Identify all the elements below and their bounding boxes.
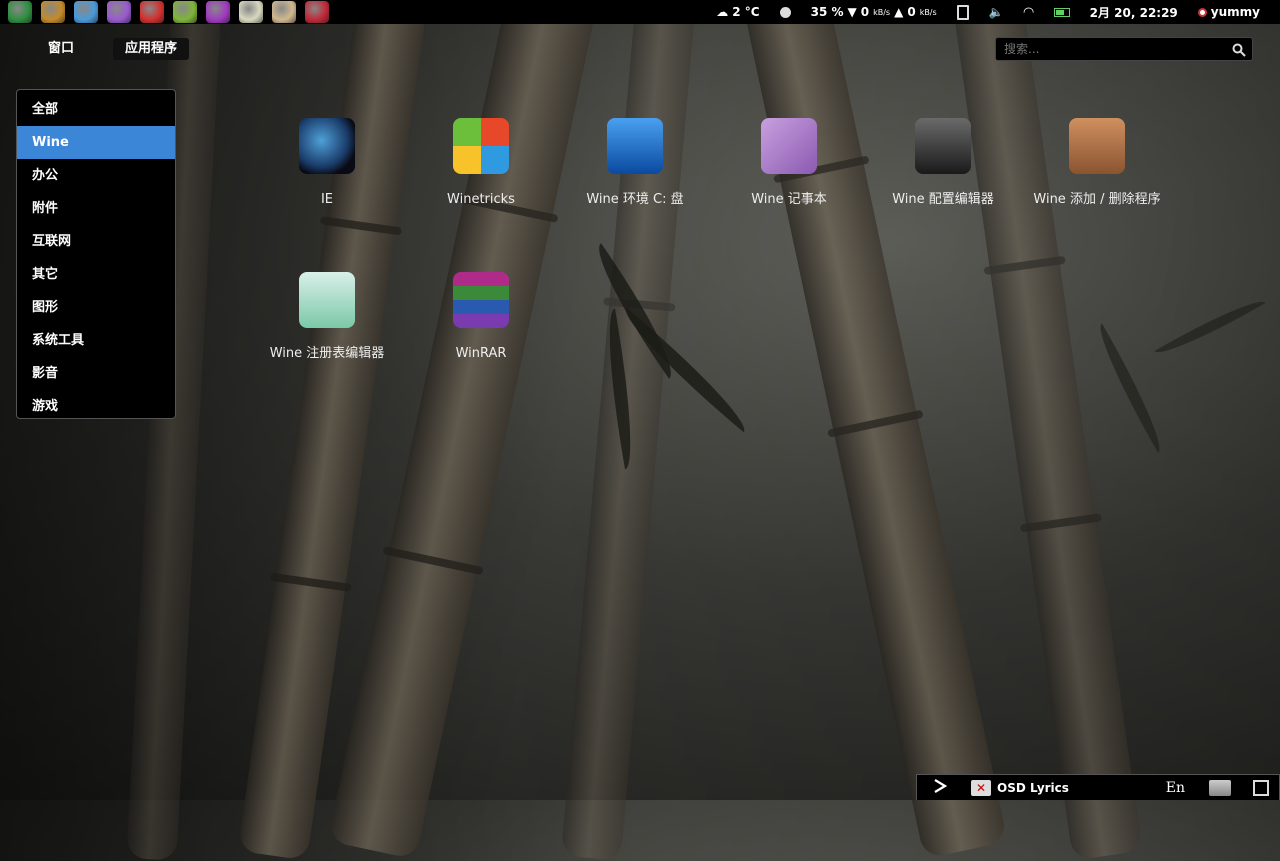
osd-lyrics-close-icon[interactable]: ✕ <box>971 779 991 796</box>
drive-icon[interactable] <box>1209 779 1231 796</box>
scanner-app-icon[interactable] <box>41 1 65 23</box>
swirl-app-icon[interactable] <box>8 1 32 23</box>
winrar-books-icon <box>453 272 509 328</box>
download-unit: kB/s <box>873 7 891 17</box>
android-icon[interactable] <box>173 1 197 23</box>
clipboard-indicator[interactable] <box>947 4 979 20</box>
status-indicators: ☁ 2 °C 35 % ▼ 0 kB/s ▲ 0 kB/s 🔈 ◠ 2月 20, 2… <box>706 4 1280 21</box>
download-arrow-icon: ▼ <box>847 5 857 19</box>
angry-bird-icon[interactable] <box>140 1 164 23</box>
clipboard-icon <box>956 4 969 20</box>
cpu-monitor-icon <box>779 6 791 18</box>
battery-indicator[interactable] <box>1044 7 1080 17</box>
system-monitor-indicator[interactable] <box>770 6 801 18</box>
app-label: Wine 配置编辑器 <box>892 192 994 207</box>
category-item[interactable]: 互联网 <box>17 225 175 258</box>
clipboard-checklist-icon <box>1069 118 1125 174</box>
app-label: Wine 注册表编辑器 <box>269 346 385 361</box>
category-item[interactable]: 影音 <box>17 357 175 390</box>
registry-card-icon <box>299 272 355 328</box>
windows-flag-icon <box>453 118 509 174</box>
home-folder-icon <box>607 118 663 174</box>
clock[interactable]: 2月 20, 22:29 <box>1080 4 1188 21</box>
clock-datetime: 2月 20, 22:29 <box>1089 5 1178 20</box>
input-method-indicator[interactable]: En <box>1166 780 1185 796</box>
app-label: Wine 环境 C: 盘 <box>586 192 684 207</box>
user-menu[interactable]: yummy <box>1188 5 1270 19</box>
bottom-tray: ✕ OSD Lyrics En <box>916 774 1280 800</box>
app-launcher-item[interactable]: WinRAR <box>411 272 551 362</box>
weather-temperature: 2 °C <box>732 5 760 19</box>
app-launcher-item[interactable]: Wine 注册表编辑器 <box>257 272 397 362</box>
category-list: 全部 Wine 办公 附件 互联网 其它 图形 系统工具 影音 游戏 <box>16 89 176 419</box>
font-config-icon <box>915 118 971 174</box>
hardware-icon[interactable] <box>1253 779 1269 796</box>
osd-lyrics-label: OSD Lyrics <box>997 780 1069 795</box>
notepad-pencil-icon <box>761 118 817 174</box>
app-launcher-item[interactable]: Winetricks <box>411 118 551 208</box>
category-item[interactable]: 游戏 <box>17 390 175 423</box>
cloud-icon: ☁ <box>716 5 729 19</box>
app-label: Winetricks <box>447 192 515 207</box>
cards-app-icon[interactable] <box>239 1 263 23</box>
download-speed: 0 <box>860 5 870 19</box>
user-status-icon <box>1197 7 1207 17</box>
app-launcher-item[interactable]: Wine 添加 / 删除程序 <box>1027 118 1167 208</box>
category-item[interactable]: 全部 <box>17 93 175 126</box>
app-launcher-item[interactable]: Wine 配置编辑器 <box>873 118 1013 208</box>
category-item[interactable]: 其它 <box>17 258 175 291</box>
search-icon[interactable] <box>1232 42 1246 57</box>
wifi-indicator[interactable]: ◠ <box>1014 5 1044 20</box>
app-launcher-item[interactable]: IE <box>257 118 397 208</box>
osd-lyrics-item[interactable]: ✕ OSD Lyrics <box>971 779 1069 796</box>
weather-indicator[interactable]: ☁ 2 °C <box>706 5 769 19</box>
tcers-globe-icon <box>299 118 355 174</box>
chat-bubble-icon[interactable] <box>107 1 131 23</box>
category-item[interactable]: Wine <box>17 126 175 159</box>
category-item[interactable]: 办公 <box>17 159 175 192</box>
zebra-app-icon[interactable] <box>305 1 329 23</box>
app-label: WinRAR <box>455 346 507 361</box>
ninja-app-icon[interactable] <box>272 1 296 23</box>
app-launcher-item[interactable]: Wine 记事本 <box>719 118 859 208</box>
play-icon[interactable] <box>933 778 948 797</box>
battery-percent: 35 % <box>810 5 844 19</box>
wifi-icon: ◠ <box>1023 4 1034 20</box>
speaker-icon: 🔈 <box>988 5 1004 19</box>
top-panel: ☁ 2 °C 35 % ▼ 0 kB/s ▲ 0 kB/s 🔈 ◠ 2月 20, 2… <box>0 0 1280 24</box>
windows-tab[interactable]: 窗口 <box>36 38 86 60</box>
category-item[interactable]: 系统工具 <box>17 324 175 357</box>
upload-speed: 0 <box>907 5 916 19</box>
upload-unit: kB/s <box>919 7 937 17</box>
upload-arrow-icon: ▲ <box>894 5 904 19</box>
user-name: yummy <box>1210 5 1260 19</box>
volume-indicator[interactable]: 🔈 <box>979 5 1014 19</box>
app-label: Wine 记事本 <box>751 192 827 207</box>
category-item[interactable]: 附件 <box>17 192 175 225</box>
app-label: Wine 添加 / 删除程序 <box>1033 192 1161 207</box>
applications-tab[interactable]: 应用程序 <box>113 38 190 60</box>
search-box[interactable] <box>995 37 1253 61</box>
category-item[interactable]: 图形 <box>17 291 175 324</box>
network-speed-indicator[interactable]: 35 % ▼ 0 kB/s ▲ 0 kB/s <box>801 5 947 19</box>
search-input[interactable] <box>1002 41 1232 57</box>
leaf-app-icon[interactable] <box>206 1 230 23</box>
app-label: IE <box>320 192 334 207</box>
app-launcher-item[interactable]: Wine 环境 C: 盘 <box>565 118 705 208</box>
battery-icon <box>1053 7 1070 17</box>
picture-viewer-icon[interactable] <box>74 1 98 23</box>
launcher-bar <box>0 1 329 23</box>
